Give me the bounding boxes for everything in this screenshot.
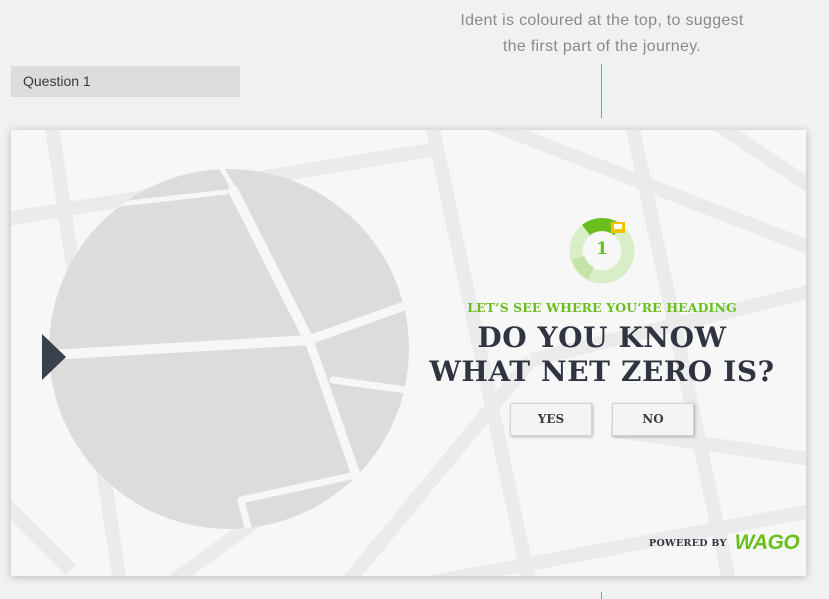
powered-by-label: POWERED BY — [649, 537, 727, 549]
question-label: Question 1 — [11, 66, 240, 97]
question-kicker: LET’S SEE WHERE YOU’RE HEADING — [467, 300, 737, 315]
annotation-line-1: Ident is coloured at the top, to suggest — [460, 12, 744, 29]
yes-button[interactable]: YES — [510, 403, 592, 436]
annotation-connector — [601, 64, 602, 118]
answer-buttons: YES NO — [403, 403, 801, 436]
wago-logo: WAGO — [734, 531, 800, 554]
annotation-connector-bottom — [601, 592, 602, 599]
question-ident: 1 — [567, 214, 637, 284]
design-annotation: Ident is coloured at the top, to suggest… — [420, 8, 784, 60]
question-headline: DO YOU KNOW WHAT NET ZERO IS? — [403, 321, 801, 389]
question-card: 1 LET’S SEE WHERE YOU’RE HEADING DO YOU … — [11, 130, 806, 576]
no-button[interactable]: NO — [612, 403, 694, 436]
question-number: 1 — [596, 239, 608, 259]
annotation-line-2: the first part of the journey. — [502, 38, 702, 55]
globe-illustration — [42, 169, 409, 529]
powered-by: POWERED BY WAGO — [649, 531, 800, 555]
question-panel: 1 LET’S SEE WHERE YOU’RE HEADING DO YOU … — [403, 214, 801, 436]
headline-line-2: WHAT NET ZERO IS? — [429, 355, 775, 388]
headline-line-1: DO YOU KNOW — [477, 321, 727, 354]
